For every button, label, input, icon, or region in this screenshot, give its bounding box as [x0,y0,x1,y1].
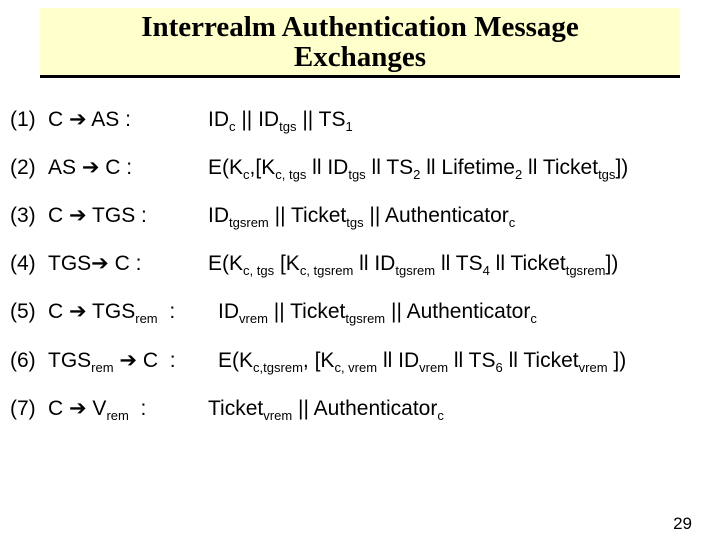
slide-title: Interrealm Authentication Message Exchan… [40,8,680,78]
row-message: IDc || IDtgs || TS1 [208,108,710,132]
row-index: (2) [10,156,48,180]
row-message: E(Kc,tgsrem, [Kc, vrem ll IDvrem ll TS6 … [218,349,710,373]
row-message: Ticketvrem || Authenticatorc [208,397,710,421]
exchange-row: (5) C ➔ TGSrem : IDvrem || Tickettgsrem … [10,288,710,336]
title-line-2: Exchanges [294,41,426,73]
row-direction: C ➔ TGS : [48,204,208,228]
row-index: (5) [10,300,48,324]
row-direction: AS ➔ C : [48,156,208,180]
exchange-list: (1) C ➔ AS : IDc || IDtgs || TS1 (2) AS … [0,96,720,433]
exchange-row: (4) TGS➔ C : E(Kc, tgs [Kc, tgsrem ll ID… [10,240,710,288]
row-index: (4) [10,252,48,276]
row-direction: C ➔ Vrem : [48,397,208,421]
row-index: (7) [10,397,48,421]
exchange-row: (1) C ➔ AS : IDc || IDtgs || TS1 [10,96,710,144]
exchange-row: (7) C ➔ Vrem : Ticketvrem || Authenticat… [10,385,710,433]
row-message: E(Kc,[Kc, tgs ll IDtgs ll TS2 ll Lifetim… [208,156,710,180]
row-direction: C ➔ AS : [48,108,208,132]
row-direction: TGS➔ C : [48,252,208,276]
row-index: (3) [10,204,48,228]
title-line-1: Interrealm Authentication Message [141,11,579,43]
row-message: E(Kc, tgs [Kc, tgsrem ll IDtgsrem ll TS4… [208,252,710,276]
row-direction: C ➔ TGSrem : [48,300,218,324]
exchange-row: (6) TGSrem ➔ C : E(Kc,tgsrem, [Kc, vrem … [10,337,710,385]
page-number: 29 [673,514,692,534]
row-message: IDtgsrem || Tickettgs || Authenticatorc [208,204,710,228]
row-index: (6) [10,349,48,373]
exchange-row: (3) C ➔ TGS : IDtgsrem || Tickettgs || A… [10,192,710,240]
row-direction: TGSrem ➔ C : [48,349,218,373]
row-index: (1) [10,108,48,132]
exchange-row: (2) AS ➔ C : E(Kc,[Kc, tgs ll IDtgs ll T… [10,144,710,192]
row-message: IDvrem || Tickettgsrem || Authenticatorc [218,300,710,324]
